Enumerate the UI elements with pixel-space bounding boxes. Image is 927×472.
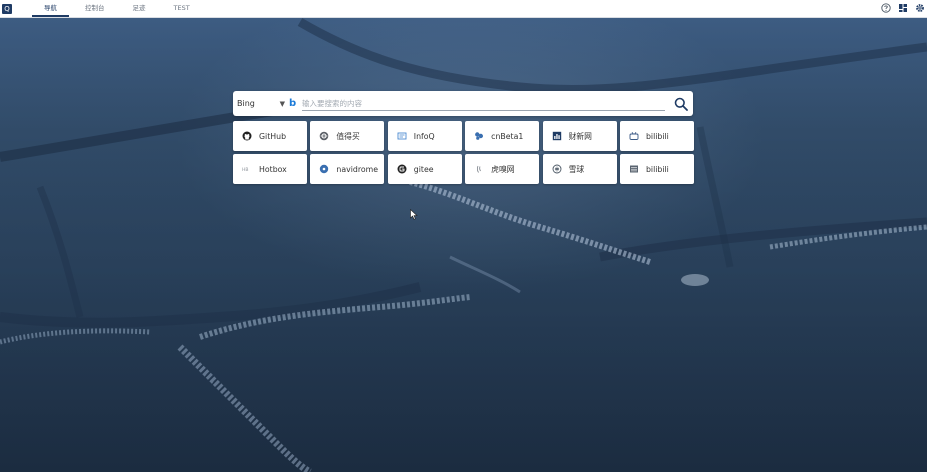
shortcut-navidrome[interactable]: navidrome	[310, 154, 385, 184]
bing-icon: b	[289, 98, 297, 109]
search-engine-select[interactable]: Bing ▼	[233, 91, 289, 116]
top-right-actions	[880, 2, 925, 13]
layout-icon[interactable]	[897, 2, 908, 13]
svg-text:HB: HB	[242, 167, 248, 173]
shortcut-label: bilibili	[645, 131, 669, 141]
shortcut-github[interactable]: GitHub	[233, 121, 307, 151]
search-engine-name: Bing	[237, 99, 255, 108]
search-bar: Bing ▼ b	[233, 91, 693, 116]
app-logo[interactable]: Q	[2, 3, 12, 14]
shortcut-huxiu[interactable]: 虎嗅网	[465, 154, 540, 184]
shortcut-bilibili[interactable]: bilibili	[619, 121, 694, 151]
shortcut-label: gitee	[413, 164, 434, 174]
settings-icon[interactable]	[914, 2, 925, 13]
shortcut-bilibili-2[interactable]: bilibili	[619, 154, 694, 184]
search-icon[interactable]	[673, 96, 689, 112]
hotbox-icon: HB	[242, 164, 252, 174]
tab-navigation[interactable]: 导航	[30, 0, 71, 17]
caixin-icon	[552, 131, 562, 141]
gitee-icon	[397, 164, 407, 174]
top-nav-bar: Q 导航 控制台 足迹 TEST	[0, 0, 927, 18]
shortcut-label: 虎嗅网	[491, 164, 515, 174]
shortcut-cnbeta[interactable]: cnBeta1	[465, 121, 540, 151]
shortcut-hotbox[interactable]: HB Hotbox	[233, 154, 307, 184]
search-input[interactable]	[302, 96, 665, 111]
tab-footprint[interactable]: 足迹	[119, 0, 160, 17]
wallpaper-texture	[0, 17, 927, 472]
chevron-down-icon: ▼	[279, 99, 285, 108]
shortcut-label: cnBeta1	[491, 131, 524, 141]
shortcut-label: navidrome	[336, 164, 379, 174]
tab-test[interactable]: TEST	[160, 0, 204, 17]
shortcut-infoq[interactable]: InfoQ	[387, 121, 462, 151]
huxiu-icon	[474, 164, 484, 174]
navidrome-icon	[319, 164, 329, 174]
shortcut-xueqiu[interactable]: 雪球	[542, 154, 617, 184]
infoq-icon	[397, 131, 407, 141]
help-icon[interactable]	[880, 2, 891, 13]
shortcut-caixin[interactable]: 财新网	[542, 121, 617, 151]
shortcut-label: GitHub	[259, 131, 287, 141]
shortcut-label: InfoQ	[413, 131, 435, 141]
bilibili-tv-icon	[629, 131, 639, 141]
mouse-cursor-icon	[410, 205, 418, 224]
shortcut-grid: GitHub 值得买 InfoQ cnBeta1 财新网 bilibili HB	[233, 121, 694, 184]
shortcut-label: 财新网	[568, 131, 592, 141]
wallpaper-background	[0, 17, 927, 472]
shortcut-label: 雪球	[568, 164, 585, 174]
shortcut-label: bilibili	[645, 164, 669, 174]
cnbeta-icon	[474, 131, 484, 141]
shortcut-gitee[interactable]: gitee	[387, 154, 462, 184]
shortcut-smzdm[interactable]: 值得买	[310, 121, 385, 151]
smzdm-icon	[319, 131, 329, 141]
shortcut-label: 值得买	[336, 131, 360, 141]
tab-console[interactable]: 控制台	[71, 0, 119, 17]
nav-tabs: 导航 控制台 足迹 TEST	[30, 0, 204, 17]
xueqiu-icon	[552, 164, 562, 174]
github-icon	[242, 131, 252, 141]
bilibili-list-icon	[629, 164, 639, 174]
shortcut-label: Hotbox	[259, 164, 287, 174]
